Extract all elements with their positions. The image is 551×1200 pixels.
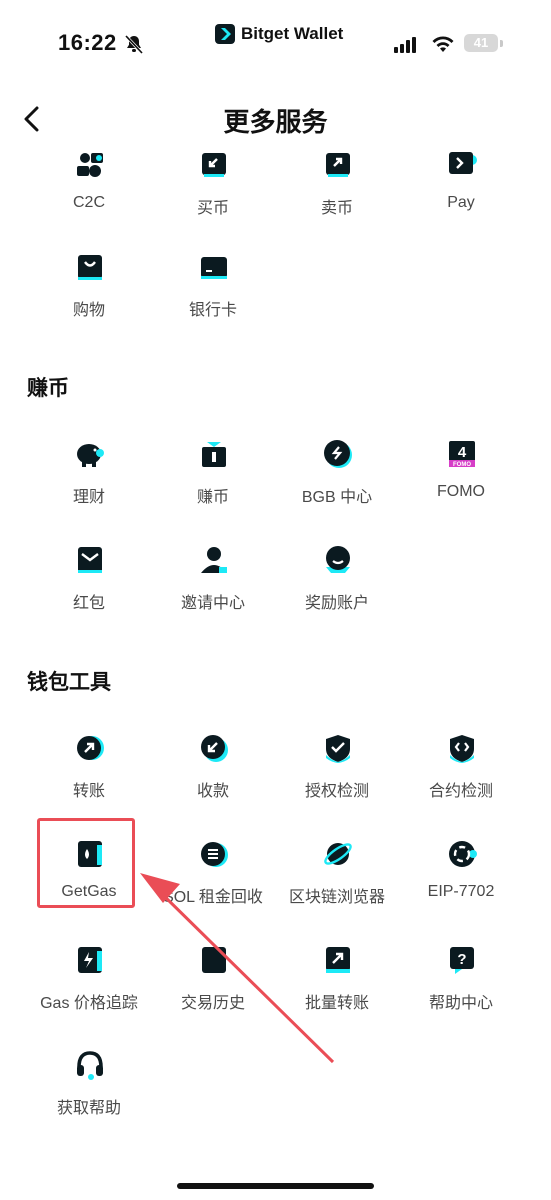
help-icon: ? <box>450 947 474 974</box>
pay-icon <box>449 152 477 174</box>
service-label: 获取帮助 <box>56 1100 121 1117</box>
buy-crypto-icon <box>202 153 226 177</box>
explorer-planet-icon <box>324 843 352 865</box>
service-item-tx-history[interactable]: 交易历史 <box>149 945 277 1035</box>
service-label: 买币 <box>196 200 229 217</box>
service-label: 交易历史 <box>180 995 245 1012</box>
cellular-signal-icon <box>394 37 416 53</box>
service-item-eip7702[interactable]: EIP-7702 <box>397 839 525 929</box>
service-label: 银行卡 <box>188 302 237 319</box>
send-arrow-icon <box>77 736 104 760</box>
service-item-invite[interactable]: 邀请中心 <box>149 545 277 635</box>
service-item-receive[interactable]: 收款 <box>149 733 277 823</box>
sell-crypto-icon <box>326 153 350 177</box>
fomo-badge-number: 4 <box>458 444 467 461</box>
service-label: EIP-7702 <box>427 883 495 900</box>
service-label: C2C <box>72 194 105 211</box>
highlight-box <box>37 818 135 908</box>
service-item-buy[interactable]: 买币 <box>149 150 277 240</box>
home-indicator <box>177 1183 374 1189</box>
service-item-batch-transfer[interactable]: 批量转账 <box>273 945 401 1035</box>
service-label: 批量转账 <box>304 995 369 1012</box>
service-item-sell[interactable]: 卖币 <box>273 150 401 240</box>
service-label: 转账 <box>72 783 105 800</box>
service-item-get-help[interactable]: 获取帮助 <box>25 1050 153 1140</box>
reward-icon <box>326 546 350 573</box>
brand-name: Bitget Wallet <box>241 24 344 43</box>
eip-icon <box>449 841 477 867</box>
service-item-fomo[interactable]: 4 FOMO FOMO <box>397 439 525 529</box>
service-label: 授权检测 <box>304 783 369 800</box>
shield-check-icon <box>326 735 350 763</box>
service-label: SOL 租金回收 <box>163 889 263 906</box>
section-title-tools: 钱包工具 <box>27 671 111 694</box>
headset-icon <box>77 1051 103 1080</box>
service-item-pay[interactable]: Pay <box>397 150 525 240</box>
service-item-c2c[interactable]: C2C <box>25 150 153 240</box>
section-title-earn: 赚币 <box>27 377 69 400</box>
red-envelope-icon <box>78 547 102 573</box>
service-label: 卖币 <box>320 200 353 217</box>
service-item-earn[interactable]: 赚币 <box>149 439 277 529</box>
app-brand: Bitget Wallet <box>215 22 343 46</box>
service-label: Pay <box>447 194 475 211</box>
invite-user-icon <box>201 547 227 573</box>
gift-icon <box>202 442 226 467</box>
service-label: 收款 <box>196 783 229 800</box>
gas-price-icon <box>78 947 102 973</box>
battery-indicator: 41 <box>464 34 503 52</box>
service-label: 赚币 <box>196 489 229 506</box>
history-icon <box>202 947 226 973</box>
service-item-reward[interactable]: 奖励账户 <box>273 545 401 635</box>
service-item-help-center[interactable]: ? 帮助中心 <box>397 945 525 1035</box>
service-item-contract-check[interactable]: 合约检测 <box>397 733 525 823</box>
service-label: 邀请中心 <box>180 595 245 612</box>
fomo-badge-text: FOMO <box>453 462 471 468</box>
batch-transfer-icon <box>326 947 350 973</box>
shopping-bag-icon <box>78 255 102 280</box>
service-label: 合约检测 <box>428 783 493 800</box>
service-item-bgb[interactable]: BGB 中心 <box>273 439 401 529</box>
service-item-explorer[interactable]: 区块链浏览器 <box>273 839 401 929</box>
service-label: FOMO <box>437 483 485 500</box>
svg-text:?: ? <box>457 951 466 968</box>
page-title: 更多服务 <box>223 107 328 137</box>
service-label: 理财 <box>72 489 105 506</box>
c2c-icon <box>77 153 103 177</box>
bitget-logo-icon <box>215 24 235 44</box>
bell-muted-icon <box>124 34 144 54</box>
service-item-bank-card[interactable]: 银行卡 <box>149 252 277 342</box>
service-label: BGB 中心 <box>301 489 373 506</box>
bgb-icon <box>324 440 352 468</box>
service-item-shopping[interactable]: 购物 <box>25 252 153 342</box>
service-item-send[interactable]: 转账 <box>25 733 153 823</box>
contract-shield-icon <box>450 735 474 763</box>
wifi-icon <box>432 36 454 52</box>
service-item-sol-rent[interactable]: SOL 租金回收 <box>149 839 277 929</box>
fomo-icon: 4 FOMO <box>449 441 475 468</box>
service-label: 区块链浏览器 <box>288 889 385 906</box>
service-item-finance[interactable]: 理财 <box>25 439 153 529</box>
service-label: 红包 <box>72 595 105 612</box>
service-item-approval-check[interactable]: 授权检测 <box>273 733 401 823</box>
bank-card-icon <box>201 257 227 279</box>
service-item-gas-tracker[interactable]: Gas 价格追踪 <box>25 945 153 1035</box>
piggy-bank-icon <box>77 444 104 467</box>
service-label: 购物 <box>72 302 105 319</box>
status-time: 16:22 <box>58 30 117 55</box>
service-label: 帮助中心 <box>428 995 493 1012</box>
service-label: Gas 价格追踪 <box>40 995 138 1012</box>
service-label: 奖励账户 <box>304 595 369 612</box>
service-item-red-envelope[interactable]: 红包 <box>25 545 153 635</box>
sol-icon <box>201 842 228 867</box>
receive-arrow-icon <box>201 735 228 762</box>
